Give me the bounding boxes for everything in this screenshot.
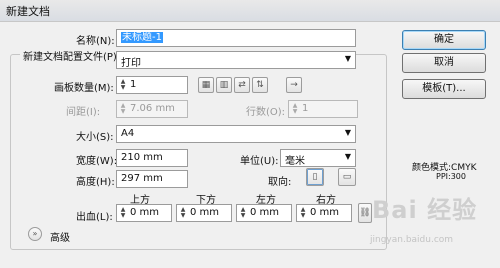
size-select[interactable]: A4 ▼ (116, 125, 356, 143)
bleed-bottom-value: 0 mm (190, 207, 220, 218)
bleed-bottom-stepper[interactable]: ▲ ▼ 0 mm (176, 204, 232, 222)
stepper-arrows-icon[interactable]: ▲ ▼ (239, 207, 247, 219)
height-value: 297 mm (121, 173, 163, 184)
orientation-label: 取向: (268, 177, 292, 188)
arrange-by-column-icon[interactable]: ⇅ (252, 77, 268, 93)
bleed-top-value: 0 mm (130, 207, 160, 218)
bleed-right-value: 0 mm (310, 207, 340, 218)
title-bar: 新建文档 (0, 0, 500, 22)
stepper-arrows-icon[interactable]: ▲ ▼ (299, 207, 307, 219)
rows-label: 行数(O): (246, 107, 286, 118)
size-value: A4 (121, 128, 135, 139)
artboard-count-label: 画板数量(M): (54, 83, 114, 94)
stepper-arrows-icon: ▲ ▼ (292, 102, 298, 115)
height-label: 高度(H): (76, 177, 115, 188)
stepper-arrows-icon[interactable]: ▲ ▼ (179, 207, 187, 219)
size-label: 大小(S): (76, 132, 114, 143)
ppi-text: PPI:300 (436, 172, 466, 181)
grid-by-column-icon[interactable]: ▥ (216, 77, 232, 93)
ok-button[interactable]: 确定 (402, 30, 486, 50)
landscape-orientation-icon[interactable]: ▭ (338, 168, 356, 186)
watermark-logo: Bai 经验 (372, 196, 478, 224)
arrange-by-row-icon[interactable]: ⇄ (234, 77, 250, 93)
profile-select[interactable]: 打印 ▼ (116, 51, 356, 69)
bleed-label: 出血(L): (76, 212, 113, 223)
spacing-stepper: ▲ ▼ 7.06 mm (116, 100, 188, 118)
name-value: 未标题-1 (121, 32, 163, 43)
stepper-arrows-icon[interactable]: ▲ ▼ (119, 207, 127, 219)
profile-value: 打印 (121, 58, 141, 69)
stepper-arrows-icon: ▲ ▼ (120, 102, 126, 115)
bleed-top-stepper[interactable]: ▲ ▼ 0 mm (116, 204, 172, 222)
spacing-value: 7.06 mm (130, 103, 175, 114)
rows-value: 1 (302, 103, 309, 114)
chevron-down-icon: ▼ (344, 54, 351, 63)
name-label: 名称(N): (76, 36, 115, 47)
width-input[interactable]: 210 mm (116, 149, 188, 167)
width-value: 210 mm (121, 152, 163, 163)
advanced-label[interactable]: 高级 (50, 229, 70, 244)
window-title: 新建文档 (6, 5, 50, 18)
watermark-url: jingyan.baidu.com (370, 235, 454, 245)
portrait-orientation-icon[interactable]: ▯ (306, 168, 324, 186)
artboard-count-value: 1 (130, 79, 137, 90)
rows-stepper: ▲ ▼ 1 (288, 100, 358, 118)
expand-advanced-icon[interactable]: » (28, 227, 42, 241)
grid-by-row-icon[interactable]: ▦ (198, 77, 214, 93)
spacing-label: 间距(I): (66, 107, 101, 118)
chevron-down-icon: ▼ (344, 152, 351, 161)
chevron-down-icon: ▼ (344, 128, 351, 137)
artboard-count-stepper[interactable]: ▲ ▼ 1 (116, 76, 188, 94)
bleed-left-value: 0 mm (250, 207, 280, 218)
name-input[interactable]: 未标题-1 (116, 29, 356, 47)
stepper-arrows-icon[interactable]: ▲ ▼ (119, 79, 127, 91)
profile-label: 新建文档配置文件(P): (20, 48, 124, 63)
bleed-right-stepper[interactable]: ▲ ▼ 0 mm (296, 204, 352, 222)
units-label: 单位(U): (240, 156, 279, 167)
units-value: 毫米 (285, 156, 305, 167)
width-label: 宽度(W): (76, 156, 118, 167)
right-to-left-icon[interactable]: → (286, 77, 302, 93)
units-select[interactable]: 毫米 ▼ (280, 149, 356, 167)
templates-button[interactable]: 模板(T)... (402, 79, 486, 99)
bleed-left-stepper[interactable]: ▲ ▼ 0 mm (236, 204, 292, 222)
height-input[interactable]: 297 mm (116, 170, 188, 188)
cancel-button[interactable]: 取消 (402, 53, 486, 73)
link-bleed-icon[interactable]: ⛓ (358, 203, 372, 223)
